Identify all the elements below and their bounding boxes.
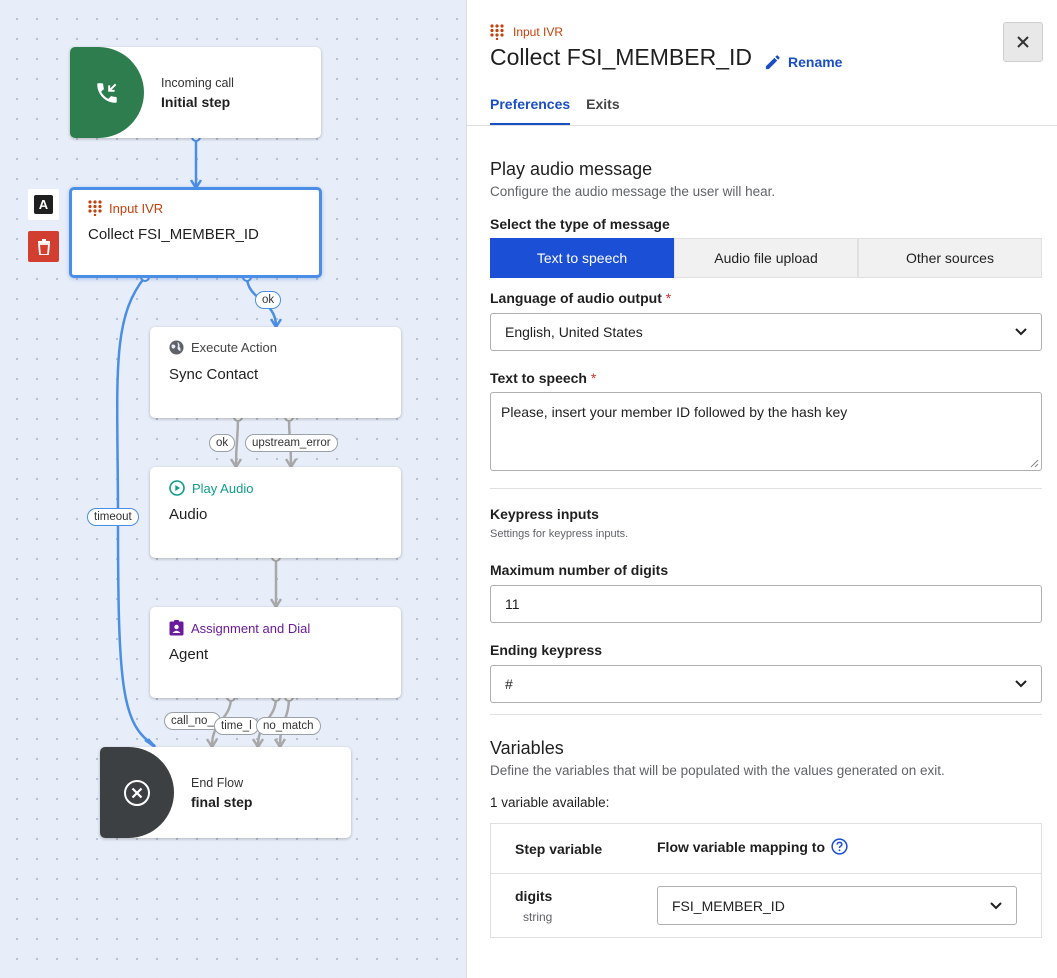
node-input-ivr[interactable]: Input IVR Collect FSI_MEMBER_ID bbox=[69, 187, 322, 278]
keypad-icon bbox=[88, 200, 102, 216]
variable-type: string bbox=[523, 910, 553, 924]
node-play-audio[interactable]: Play Audio Audio bbox=[150, 467, 401, 558]
language-select[interactable]: English, United States bbox=[490, 313, 1042, 351]
tab-exits[interactable]: Exits bbox=[586, 96, 619, 126]
flow-canvas[interactable]: A Incoming call Initial step Input IVR C… bbox=[0, 0, 466, 978]
keypress-heading: Keypress inputs bbox=[490, 506, 599, 522]
section-heading-play-audio: Play audio message bbox=[490, 159, 653, 179]
tts-textarea[interactable]: Please, insert your member ID followed b… bbox=[490, 392, 1042, 471]
node-type: Execute Action bbox=[169, 340, 277, 355]
wire-exec-ok bbox=[234, 416, 240, 467]
rename-button[interactable]: Rename bbox=[765, 54, 842, 70]
play-circle-icon bbox=[169, 480, 185, 496]
chevron-down-icon bbox=[1015, 680, 1027, 688]
exit-pill-ok[interactable]: ok bbox=[209, 434, 236, 452]
node-end-flow[interactable]: End Flow final step bbox=[100, 747, 351, 838]
close-circle-icon bbox=[124, 779, 150, 806]
rename-label: Rename bbox=[788, 54, 843, 70]
node-type: Input IVR bbox=[88, 200, 163, 216]
panel-step-type: Input IVR bbox=[490, 24, 563, 40]
node-incoming-call[interactable]: Incoming call Initial step bbox=[70, 47, 321, 138]
tts-value: Please, insert your member ID followed b… bbox=[501, 404, 848, 420]
max-digits-value: 11 bbox=[505, 596, 520, 612]
exit-pill-upstream-error[interactable]: upstream_error bbox=[245, 434, 338, 452]
chevron-down-icon bbox=[990, 901, 1002, 909]
keypad-icon bbox=[490, 24, 504, 40]
exit-pill-call-no[interactable]: call_no_ bbox=[164, 712, 221, 730]
step-settings-panel: Input IVR Collect FSI_MEMBER_ID Rename P… bbox=[466, 0, 1057, 978]
node-assignment-dial[interactable]: Assignment and Dial Agent bbox=[150, 607, 401, 698]
flow-variable-select[interactable]: FSI_MEMBER_ID bbox=[657, 886, 1017, 925]
help-icon[interactable] bbox=[831, 838, 848, 855]
flow-variable-value: FSI_MEMBER_ID bbox=[672, 897, 785, 914]
option-audio-file-upload[interactable]: Audio file upload bbox=[674, 238, 858, 278]
max-digits-input[interactable]: 11 bbox=[490, 585, 1042, 623]
variable-name: digits bbox=[515, 888, 553, 904]
exit-pill-no-match[interactable]: no_match bbox=[256, 717, 321, 735]
divider bbox=[490, 714, 1042, 715]
resize-handle-icon[interactable] bbox=[1030, 459, 1039, 468]
panel-type-label: Input IVR bbox=[513, 25, 564, 39]
globe-icon bbox=[169, 340, 184, 355]
column-header-step-variable: Step variable bbox=[515, 841, 603, 857]
close-icon bbox=[1017, 36, 1029, 48]
node-name-label: final step bbox=[191, 794, 253, 810]
node-name-label: Initial step bbox=[161, 94, 231, 110]
phone-incoming-icon bbox=[97, 82, 117, 103]
end-flow-cap bbox=[100, 747, 174, 838]
avatar-letter: A bbox=[34, 195, 53, 214]
exit-pill-ok[interactable]: ok bbox=[255, 291, 282, 309]
ending-keypress-label: Ending keypress bbox=[490, 642, 603, 658]
node-type-label: End Flow bbox=[191, 776, 244, 790]
tts-label: Text to speech * bbox=[490, 370, 597, 386]
node-type-label: Input IVR bbox=[109, 200, 164, 216]
node-type-label: Execute Action bbox=[191, 340, 277, 355]
node-type: Assignment and Dial bbox=[169, 620, 310, 636]
node-name-label: Audio bbox=[169, 506, 208, 523]
node-name-label: Sync Contact bbox=[169, 366, 259, 383]
message-type-label: Select the type of message bbox=[490, 216, 670, 232]
panel-tabs: Preferences Exits bbox=[490, 96, 620, 126]
variables-description: Define the variables that will be popula… bbox=[490, 763, 945, 778]
node-name-label: Collect FSI_MEMBER_ID bbox=[88, 226, 259, 243]
exit-pill-timeout[interactable]: timeout bbox=[87, 508, 139, 526]
tab-divider bbox=[467, 125, 1057, 126]
exit-pill-time[interactable]: time_l bbox=[214, 717, 259, 735]
incoming-call-cap bbox=[70, 47, 144, 138]
assignment-icon bbox=[169, 620, 184, 636]
ending-keypress-value: # bbox=[505, 676, 513, 692]
node-type: Play Audio bbox=[169, 480, 253, 496]
column-header-flow-variable: Flow variable mapping to bbox=[657, 838, 848, 855]
panel-title: Collect FSI_MEMBER_ID bbox=[490, 44, 753, 70]
trash-icon bbox=[37, 238, 50, 255]
node-type-label: Assignment and Dial bbox=[191, 620, 311, 636]
keypress-description: Settings for keypress inputs. bbox=[490, 528, 629, 540]
ending-keypress-select[interactable]: # bbox=[490, 665, 1042, 703]
chevron-down-icon bbox=[1015, 328, 1027, 336]
section-heading-variables: Variables bbox=[490, 738, 564, 758]
tab-preferences[interactable]: Preferences bbox=[490, 96, 571, 126]
max-digits-label: Maximum number of digits bbox=[490, 562, 669, 578]
variables-table: Step variable Flow variable mapping to d… bbox=[490, 823, 1042, 938]
option-other-sources[interactable]: Other sources bbox=[858, 238, 1042, 278]
language-label: Language of audio output * bbox=[490, 290, 672, 306]
section-description: Configure the audio message the user wil… bbox=[490, 184, 776, 199]
message-type-selector: Text to speech Audio file upload Other s… bbox=[490, 238, 1042, 278]
language-value: English, United States bbox=[505, 324, 643, 340]
avatar-button[interactable]: A bbox=[28, 189, 59, 220]
pencil-icon bbox=[765, 54, 780, 69]
option-text-to-speech[interactable]: Text to speech bbox=[490, 238, 674, 278]
variables-count: 1 variable available: bbox=[490, 795, 610, 810]
node-type-label: Play Audio bbox=[192, 480, 254, 496]
node-execute-action[interactable]: Execute Action Sync Contact bbox=[150, 327, 401, 418]
node-name-label: Agent bbox=[169, 646, 209, 663]
node-type-label: Incoming call bbox=[161, 76, 234, 90]
close-button[interactable] bbox=[1003, 22, 1043, 62]
divider bbox=[490, 488, 1042, 489]
delete-button[interactable] bbox=[28, 231, 59, 262]
table-divider bbox=[491, 873, 1041, 874]
